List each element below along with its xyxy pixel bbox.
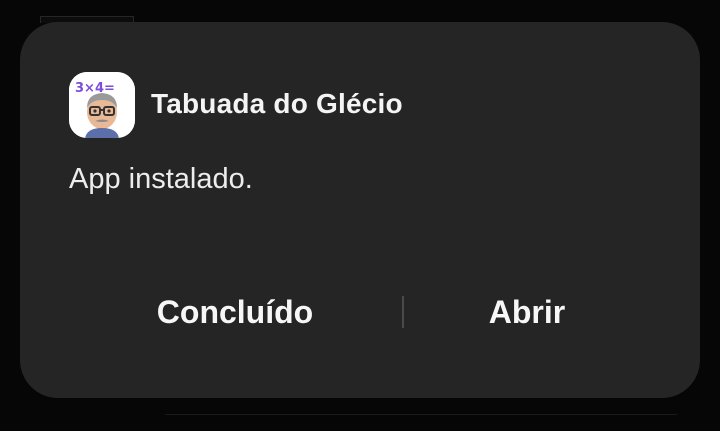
background-divider (165, 414, 677, 415)
open-button[interactable]: Abrir (382, 272, 672, 352)
done-button[interactable]: Concluído (90, 272, 380, 352)
install-complete-dialog: 3×4= Tabuada do Glécio App instalado. Co… (20, 22, 700, 398)
svg-text:3×4=: 3×4= (75, 81, 115, 96)
app-title: Tabuada do Glécio (151, 88, 403, 119)
cartoon-avatar-with-glasses-icon: 3×4= (69, 72, 135, 138)
app-icon-graphic: 3×4= (69, 72, 135, 138)
install-status-message: App instalado. (69, 163, 253, 195)
